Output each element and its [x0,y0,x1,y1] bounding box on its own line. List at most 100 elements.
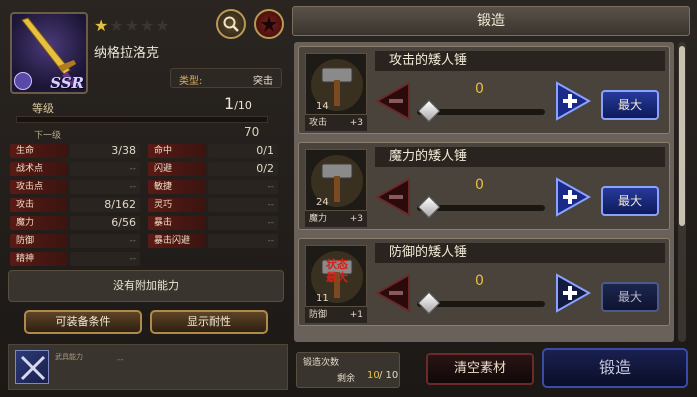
material-stat-bonus: +3 [349,118,363,128]
weapon-portrait[interactable]: SSR [10,12,88,94]
material-name: 魔力的矮人锤 [375,147,665,167]
level-current: 1 [224,94,235,113]
forge-count-panel: 锻造次数 剩余 10 / 10 [296,352,400,388]
stat-value: -- [70,162,140,176]
list-scrollbar[interactable] [678,42,686,342]
weapon-ability-label: 武具能力 [55,353,83,361]
slider-knob[interactable] [417,291,441,315]
stat-label: 敏捷 [148,180,206,194]
stat-label: 暴击 [148,216,206,230]
stat-value: 3/38 [70,144,140,158]
material-stat: 魔力 +3 [305,211,367,227]
stat-label: 闪避 [148,162,206,176]
stat-value: -- [208,234,278,248]
material-icon[interactable]: 24 [305,149,367,211]
material-name: 防御的矮人锤 [375,243,665,263]
increase-button[interactable] [555,177,591,217]
material-icon[interactable]: 状态 最大 11 [305,245,367,307]
material-count: 11 [316,293,329,304]
star-emblem-icon [261,16,277,32]
forge-header: 锻造 [292,6,690,36]
stat-row: 攻击 8/162 [10,198,140,213]
slider-knob[interactable] [417,195,441,219]
emblem-button[interactable] [254,9,284,39]
stat-value: 8/162 [70,198,140,212]
material-list[interactable]: 14 攻击 +3 攻击的矮人锤 0 最大 24 魔力 +3 魔力的矮人锤 0 最大 状态 最大 11 防御 +1… [294,42,674,342]
type-value: 突击 [253,76,273,87]
stat-label: 魔力 [10,216,68,230]
stat-label: 攻击点 [10,180,68,194]
material-count: 24 [316,197,329,208]
material-stat: 攻击 +3 [305,115,367,131]
stat-label: 命中 [148,144,206,158]
stat-value: -- [208,180,278,194]
scroll-thumb[interactable] [679,46,685,226]
star-icon: ★ [124,16,140,35]
stat-row: 闪避 0/2 [148,162,278,177]
weapon-type-icon [14,72,32,90]
weapon-type-row: 类型: 突击 [170,68,282,88]
stat-row: 魔力 6/56 [10,216,140,231]
stat-row: 暴击 -- [148,216,278,231]
stat-value: 0/2 [208,162,278,176]
max-button[interactable]: 最大 [601,282,659,312]
stat-label: 精神 [10,252,68,266]
stat-label: 防御 [10,234,68,248]
stat-label: 灵巧 [148,198,206,212]
star-icon: ★ [155,16,170,35]
material-stat: 防御 +1 [305,307,367,323]
decrease-button[interactable] [375,273,411,313]
forge-button[interactable]: 锻造 [542,348,688,388]
decrease-button[interactable] [375,177,411,217]
increase-button[interactable] [555,273,591,313]
weapon-ability-icon[interactable] [15,350,49,384]
stat-row: 灵巧 -- [148,198,278,213]
exp-bar [16,116,268,123]
level-max: /10 [234,99,252,112]
stat-label: 攻击 [10,198,68,212]
forge-material-row: 14 攻击 +3 攻击的矮人锤 0 最大 [298,46,670,134]
stat-value: -- [208,216,278,230]
star-rating: ★ ★ ★ ★ ★ [94,18,170,34]
weapon-name: 纳格拉洛克 [94,46,160,61]
forge-amount: 0 [475,177,484,193]
equip-conditions-button[interactable]: 可装备条件 [24,310,142,334]
slider-knob[interactable] [417,99,441,123]
stat-row: 精神 -- [10,252,140,267]
zoom-button[interactable] [216,9,246,39]
show-resistance-button[interactable]: 显示耐性 [150,310,268,334]
forge-material-row: 24 魔力 +3 魔力的矮人锤 0 最大 [298,142,670,230]
stat-label: 生命 [10,144,68,158]
decrease-button[interactable] [375,81,411,121]
stat-value: -- [70,234,140,248]
remain-max: / 10 [379,370,399,381]
material-icon[interactable]: 14 [305,53,367,115]
stat-row: 生命 3/38 [10,144,140,159]
stat-value: 0/1 [208,144,278,158]
weapon-ability-panel: 武具能力 -- [8,344,288,390]
stat-value: -- [70,252,140,266]
forge-amount: 0 [475,273,484,289]
increase-button[interactable] [555,81,591,121]
crossed-swords-icon [20,355,46,381]
forge-amount: 0 [475,81,484,97]
clear-materials-button[interactable]: 清空素材 [426,353,534,385]
weapon-ability-value: -- [117,355,124,365]
material-name: 攻击的矮人锤 [375,51,665,71]
stat-row: 防御 -- [10,234,140,249]
stat-value: -- [70,180,140,194]
star-icon: ★ [94,16,109,35]
forge-screen: SSR ★ ★ ★ ★ ★ 纳格拉洛克 类型: 突击 等级 1/10 下一级 7… [0,0,697,397]
max-button[interactable]: 最大 [601,186,659,216]
material-stat-label: 防御 [309,310,328,320]
max-button[interactable]: 最大 [601,90,659,120]
no-extra-ability: 没有附加能力 [8,270,284,302]
stat-value: 6/56 [70,216,140,230]
stat-value: -- [208,198,278,212]
star-icon: ★ [140,16,155,35]
forge-panel: 锻造 14 攻击 +3 攻击的矮人锤 0 最大 24 魔力 +3 魔力的矮人锤 0 最大 状态 最大 11 防… [290,4,693,393]
stat-row: 战术点 -- [10,162,140,177]
stat-label: 暴击闪避 [148,234,206,248]
material-stat-bonus: +1 [349,310,363,320]
stat-row: 攻击点 -- [10,180,140,195]
